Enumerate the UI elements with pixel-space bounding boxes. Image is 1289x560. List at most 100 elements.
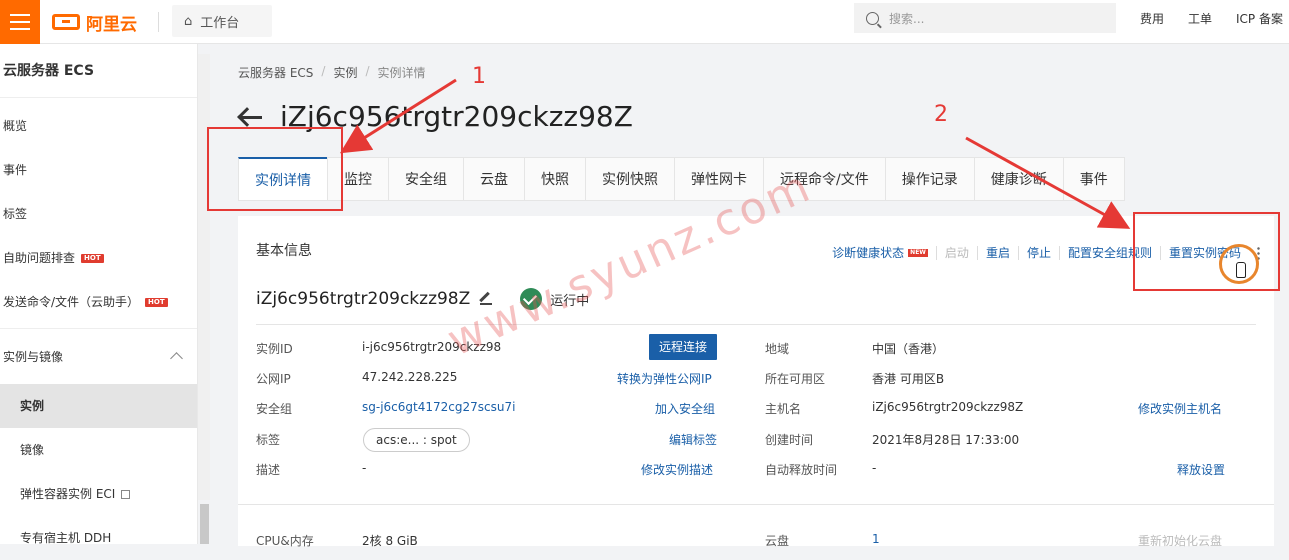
sidebar-scrollbar-thumb[interactable] <box>200 504 209 544</box>
breadcrumb-item-ecs[interactable]: 云服务器 ECS <box>238 64 313 81</box>
tab-events[interactable]: 事件 <box>1062 157 1125 201</box>
sidebar-item-label: 弹性容器实例 ECI <box>20 487 116 501</box>
sidebar-item-images[interactable]: 镜像 <box>0 428 197 472</box>
search-icon <box>866 11 879 25</box>
workbench-label: 工作台 <box>200 15 240 31</box>
value-region: 中国（香港） <box>872 342 945 356</box>
logo-text: 阿里云 <box>86 14 137 35</box>
divider <box>256 324 1256 325</box>
value-cpu-memory: 2核 8 GiB <box>362 534 418 548</box>
label-public-ip: 公网IP <box>256 372 291 386</box>
tab-health-diagnosis[interactable]: 健康诊断 <box>973 157 1063 201</box>
value-description: - <box>362 461 367 475</box>
external-link-icon <box>121 489 131 499</box>
release-settings-link[interactable]: 释放设置 <box>1177 461 1225 478</box>
hamburger-menu-icon[interactable] <box>0 0 40 44</box>
hot-badge: HOT <box>81 253 104 263</box>
divider <box>158 12 159 32</box>
divider <box>238 504 1274 505</box>
sidebar-item-eci[interactable]: 弹性容器实例 ECI <box>0 472 197 516</box>
tag-pill[interactable]: acs:e... : spot <box>363 428 470 452</box>
stop-button[interactable]: 停止 <box>1019 246 1060 260</box>
annotation-number-2: 2 <box>934 102 948 127</box>
aliyun-logo-icon <box>52 14 80 30</box>
breadcrumb-item-instances[interactable]: 实例 <box>333 64 357 81</box>
value-auto-release: - <box>872 461 877 475</box>
basic-info-panel: 基本信息 诊断健康状态 NEW 启动 重启 停止 配置安全组规则 重置实例密码 … <box>238 216 1274 549</box>
sidebar-item-overview[interactable]: 概览 <box>0 104 197 148</box>
reinit-disk-link[interactable]: 重新初始化云盘 <box>1138 532 1222 549</box>
tab-security-group[interactable]: 安全组 <box>388 157 463 201</box>
sidebar-item-label: 标签 <box>3 207 28 221</box>
breadcrumb-item-instance-detail: 实例详情 <box>377 66 426 80</box>
tab-instance-snapshots[interactable]: 实例快照 <box>585 157 674 201</box>
sidebar-item-label: 镜像 <box>20 443 45 457</box>
annotation-number-1: 1 <box>472 64 486 89</box>
instance-name-text: iZj6c956trgtr209ckzz98Z <box>256 289 471 309</box>
panel-title: 基本信息 <box>256 243 312 259</box>
start-button[interactable]: 启动 <box>937 246 978 260</box>
sidebar-scrollbar[interactable] <box>198 54 210 500</box>
value-created-time: 2021年8月28日 17:33:00 <box>872 433 1020 447</box>
workbench-button[interactable]: ⌂ 工作台 <box>172 5 272 37</box>
edit-tags-link[interactable]: 编辑标签 <box>669 431 717 448</box>
remote-connect-button[interactable]: 远程连接 <box>649 334 718 360</box>
hand-cursor-icon <box>1236 262 1246 278</box>
sidebar-item-ddh[interactable]: 专有宿主机 DDH <box>0 516 197 560</box>
tab-bar: 实例详情 监控 安全组 云盘 快照 实例快照 弹性网卡 远程命令/文件 操作记录… <box>238 157 1125 201</box>
top-bar: 阿里云 ⌂ 工作台 搜索... 费用 工单 ICP 备案 <box>0 0 1289 44</box>
search-placeholder: 搜索... <box>889 11 925 26</box>
label-disks: 云盘 <box>765 534 790 548</box>
label-tags: 标签 <box>256 433 281 447</box>
topbar-link-tickets[interactable]: 工单 <box>1188 10 1212 27</box>
back-arrow-icon[interactable] <box>238 105 262 129</box>
edit-hostname-link[interactable]: 修改实例主机名 <box>1138 400 1222 417</box>
home-icon: ⌂ <box>184 13 193 29</box>
sidebar-item-label: 自助问题排查 <box>3 251 76 265</box>
value-hostname: iZj6c956trgtr209ckzz98Z <box>872 400 1024 414</box>
value-security-group[interactable]: sg-j6c6gt4172cg27scsu7i <box>362 400 515 414</box>
sidebar-item-label: 事件 <box>3 163 28 177</box>
label-instance-id: 实例ID <box>256 342 293 356</box>
restart-button[interactable]: 重启 <box>978 246 1019 260</box>
label-security-group: 安全组 <box>256 402 293 416</box>
convert-eip-link[interactable]: 转换为弹性公网IP <box>617 370 712 387</box>
sidebar-item-send-command[interactable]: 发送命令/文件（云助手） HOT <box>0 280 197 324</box>
topbar-link-billing[interactable]: 费用 <box>1140 10 1164 27</box>
sidebar-title: 云服务器 ECS <box>0 44 197 98</box>
diagnose-health-label: 诊断健康状态 <box>832 246 905 260</box>
sidebar: 云服务器 ECS 概览 事件 标签 自助问题排查 HOT 发送命令/文件（云助手… <box>0 44 198 545</box>
breadcrumb: 云服务器 ECS / 实例 / 实例详情 <box>238 64 426 81</box>
tab-snapshots[interactable]: 快照 <box>524 157 585 201</box>
sidebar-group-label: 实例与镜像 <box>3 350 64 364</box>
label-description: 描述 <box>256 463 281 477</box>
breadcrumb-separator: / <box>365 64 370 78</box>
aliyun-logo[interactable]: 阿里云 <box>52 8 137 36</box>
value-zone: 香港 可用区B <box>872 372 945 386</box>
search-input[interactable]: 搜索... <box>854 3 1116 33</box>
sidebar-item-events[interactable]: 事件 <box>0 148 197 192</box>
label-cpu-memory: CPU&内存 <box>256 534 314 548</box>
tab-operation-log[interactable]: 操作记录 <box>884 157 974 201</box>
sidebar-item-label: 专有宿主机 DDH <box>20 531 112 545</box>
sidebar-item-instances[interactable]: 实例 <box>0 384 197 428</box>
value-public-ip: 47.242.228.225 <box>362 370 458 384</box>
diagnose-health-button[interactable]: 诊断健康状态 NEW <box>824 246 937 260</box>
label-zone: 所在可用区 <box>765 372 826 386</box>
sidebar-item-troubleshoot[interactable]: 自助问题排查 HOT <box>0 236 197 280</box>
topbar-link-icp[interactable]: ICP 备案 <box>1236 10 1283 27</box>
new-badge: NEW <box>908 249 928 257</box>
annotation-box-2 <box>1133 212 1280 291</box>
sidebar-group-instances-images[interactable]: 实例与镜像 <box>0 328 197 384</box>
label-created-time: 创建时间 <box>765 433 814 447</box>
label-region: 地域 <box>765 342 790 356</box>
label-hostname: 主机名 <box>765 402 802 416</box>
edit-description-link[interactable]: 修改实例描述 <box>641 461 713 478</box>
join-security-group-link[interactable]: 加入安全组 <box>655 400 715 417</box>
main-content: 云服务器 ECS / 实例 / 实例详情 iZj6c956trgtr209ckz… <box>210 44 1289 549</box>
label-auto-release: 自动释放时间 <box>765 463 838 477</box>
chevron-up-icon <box>170 352 183 365</box>
sidebar-item-tags[interactable]: 标签 <box>0 192 197 236</box>
sidebar-item-label: 发送命令/文件（云助手） <box>3 295 140 309</box>
tab-disks[interactable]: 云盘 <box>463 157 524 201</box>
